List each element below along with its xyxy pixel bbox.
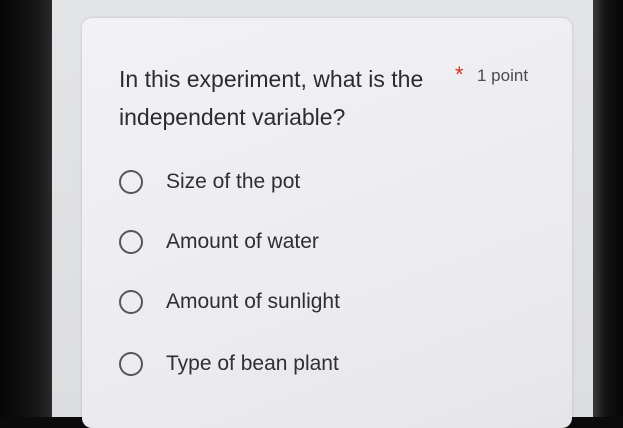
radio-button-icon[interactable] <box>119 230 143 254</box>
option-label: Amount of sunlight <box>166 290 340 313</box>
device-bezel-left <box>0 0 52 417</box>
option-type-of-bean-plant[interactable]: Type of bean plant <box>119 347 339 381</box>
question-text: In this experiment, what is the independ… <box>119 66 424 130</box>
option-amount-of-sunlight[interactable]: Amount of sunlight <box>119 285 340 319</box>
option-label: Type of bean plant <box>166 352 339 375</box>
screen: In this experiment, what is the independ… <box>52 0 597 428</box>
option-label: Size of the pot <box>166 170 301 193</box>
question-card: In this experiment, what is the independ… <box>82 18 572 428</box>
radio-button-icon[interactable] <box>119 352 143 376</box>
radio-button-icon[interactable] <box>119 170 143 194</box>
option-label: Amount of water <box>166 230 319 253</box>
points-label: 1 point <box>477 66 529 85</box>
radio-button-icon[interactable] <box>119 290 143 314</box>
option-size-of-pot[interactable]: Size of the pot <box>119 165 300 199</box>
required-asterisk: * <box>455 62 464 87</box>
option-amount-of-water[interactable]: Amount of water <box>119 225 319 259</box>
device-bezel-right <box>593 0 623 417</box>
